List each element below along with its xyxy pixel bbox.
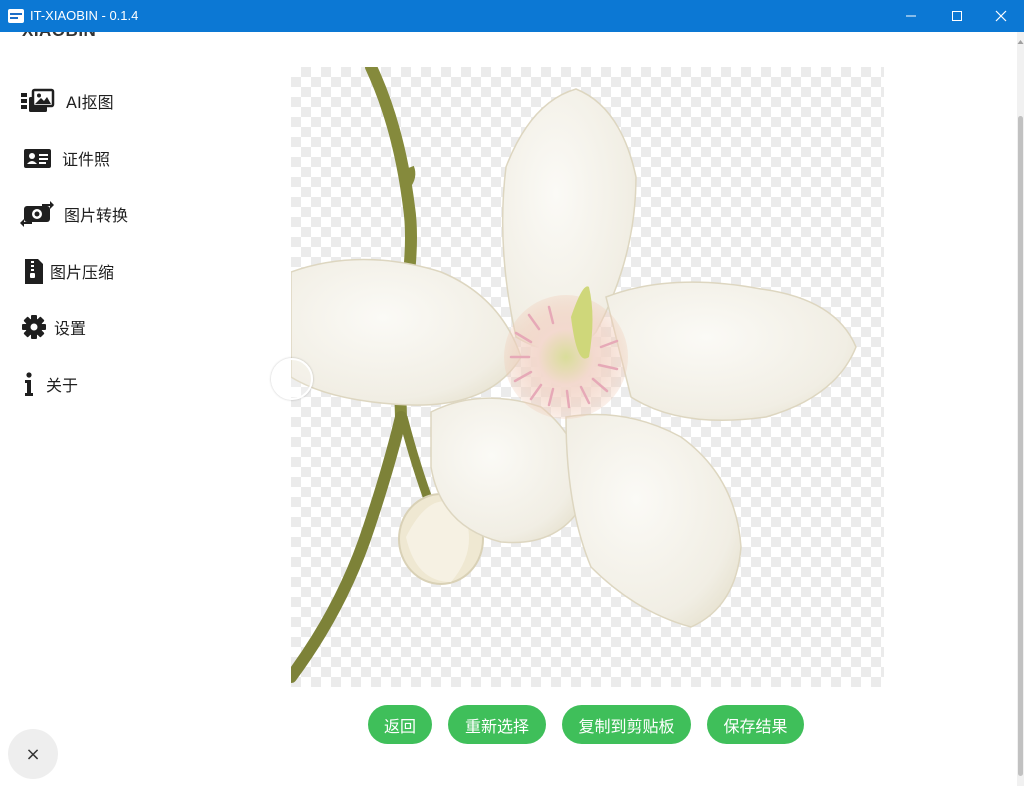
- zip-file-icon: [20, 257, 46, 285]
- sidebar-item-image-compress[interactable]: 图片压缩: [20, 253, 114, 289]
- sidebar-item-label: 关于: [46, 376, 79, 395]
- maximize-button[interactable]: [934, 0, 980, 32]
- sidebar-item-settings[interactable]: 设置: [20, 309, 86, 345]
- id-card-icon: [20, 146, 54, 170]
- logo-text: XIAOBIN: [22, 32, 96, 40]
- maximize-icon: [952, 11, 962, 21]
- sidebar-item-ai-cutout[interactable]: AI抠图: [20, 83, 114, 119]
- sidebar-item-label: 证件照: [62, 150, 111, 169]
- sidebar-item-label: 图片压缩: [50, 263, 115, 282]
- gear-icon: [20, 313, 48, 341]
- minimize-button[interactable]: [888, 0, 934, 32]
- image-cutout-icon: [20, 88, 56, 114]
- cutout-result-image: [291, 67, 884, 687]
- sidebar-item-label: AI抠图: [66, 93, 114, 112]
- sidebar-item-about[interactable]: 关于: [20, 366, 78, 402]
- image-convert-icon: [20, 201, 54, 227]
- scroll-up-arrow-icon[interactable]: [1017, 38, 1024, 46]
- info-icon: [20, 370, 38, 398]
- magnolia-flower-image: [291, 67, 857, 683]
- close-icon: [995, 10, 1007, 22]
- title-bar: IT-XIAOBIN - 0.1.4: [0, 0, 1024, 32]
- sidebar-item-id-photo[interactable]: 证件照: [20, 140, 110, 176]
- close-window-button[interactable]: [978, 0, 1024, 32]
- save-result-button[interactable]: 保存结果: [707, 705, 804, 744]
- floating-close-button[interactable]: ×: [8, 729, 58, 779]
- copy-to-clipboard-button[interactable]: 复制到剪贴板: [562, 705, 691, 744]
- minimize-icon: [906, 15, 916, 17]
- sidebar-item-label: 图片转换: [64, 206, 129, 225]
- sidebar-item-image-convert[interactable]: 图片转换: [20, 196, 128, 232]
- window-title: IT-XIAOBIN - 0.1.4: [30, 8, 139, 23]
- reselect-button[interactable]: 重新选择: [448, 705, 546, 744]
- logo: XIAOBIN: [22, 32, 142, 40]
- sidebar-item-label: 设置: [54, 319, 87, 338]
- scrollbar-thumb[interactable]: [1018, 116, 1023, 776]
- compare-slider-handle[interactable]: [271, 358, 313, 400]
- close-icon: ×: [25, 743, 41, 765]
- app-icon: [8, 9, 24, 23]
- back-button[interactable]: 返回: [368, 705, 432, 744]
